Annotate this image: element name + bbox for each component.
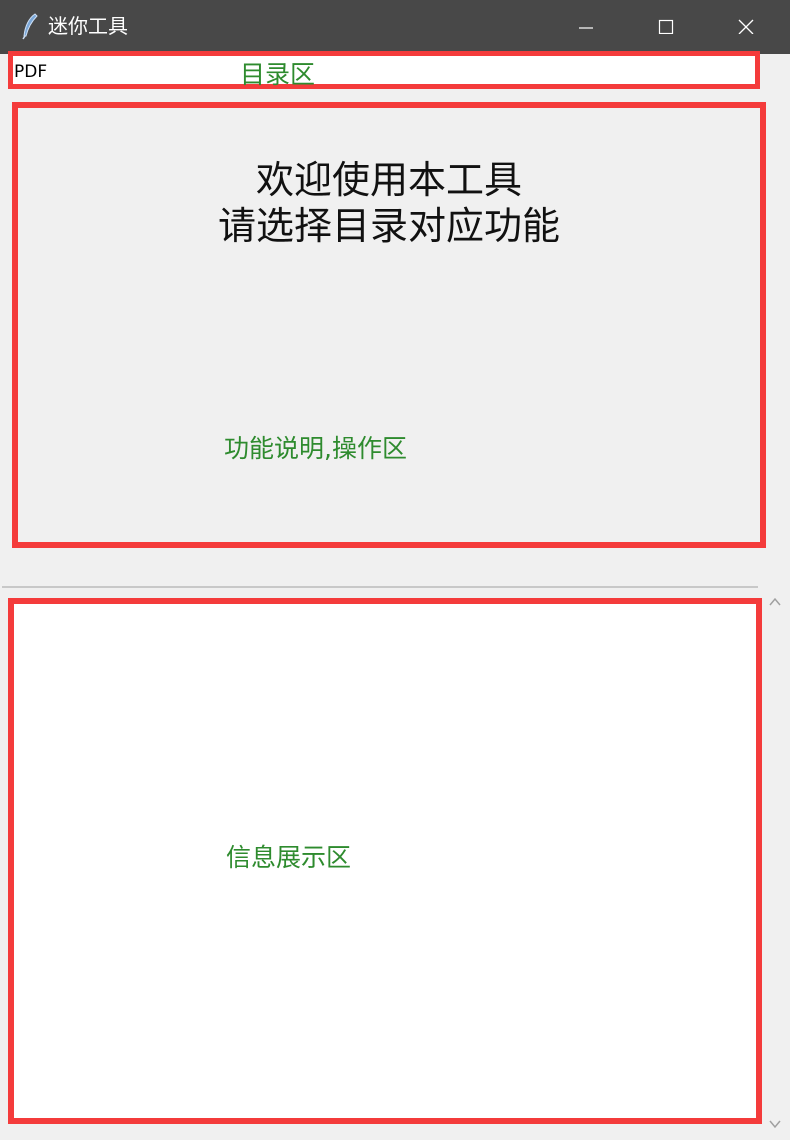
vertical-scrollbar[interactable] <box>762 588 788 1140</box>
chevron-down-icon[interactable] <box>767 1116 783 1132</box>
chevron-up-icon[interactable] <box>767 594 783 610</box>
separator <box>2 586 758 588</box>
window-title: 迷你工具 <box>48 14 128 38</box>
info-text-area[interactable] <box>8 598 760 1121</box>
content-area: 欢迎使用本工具 请选择目录对应功能 <box>14 105 764 545</box>
content-area-annotation: 功能说明,操作区 <box>224 434 407 463</box>
close-icon <box>738 19 754 34</box>
feather-icon <box>20 12 40 40</box>
maximize-icon <box>658 19 674 34</box>
close-button[interactable] <box>710 0 782 54</box>
title-bar: 迷你工具 <box>0 0 790 54</box>
welcome-line-1: 欢迎使用本工具 <box>255 158 522 202</box>
menu-area-annotation: 目录区 <box>240 60 316 89</box>
maximize-button[interactable] <box>630 0 702 54</box>
minimize-button[interactable] <box>550 0 622 54</box>
minimize-icon <box>579 27 593 29</box>
menu-bar: PDF <box>8 56 756 88</box>
welcome-line-2: 请选择目录对应功能 <box>217 204 560 248</box>
info-area-annotation: 信息展示区 <box>226 843 352 872</box>
menu-item-pdf[interactable]: PDF <box>14 62 47 82</box>
welcome-text: 欢迎使用本工具 请选择目录对应功能 <box>14 157 764 249</box>
